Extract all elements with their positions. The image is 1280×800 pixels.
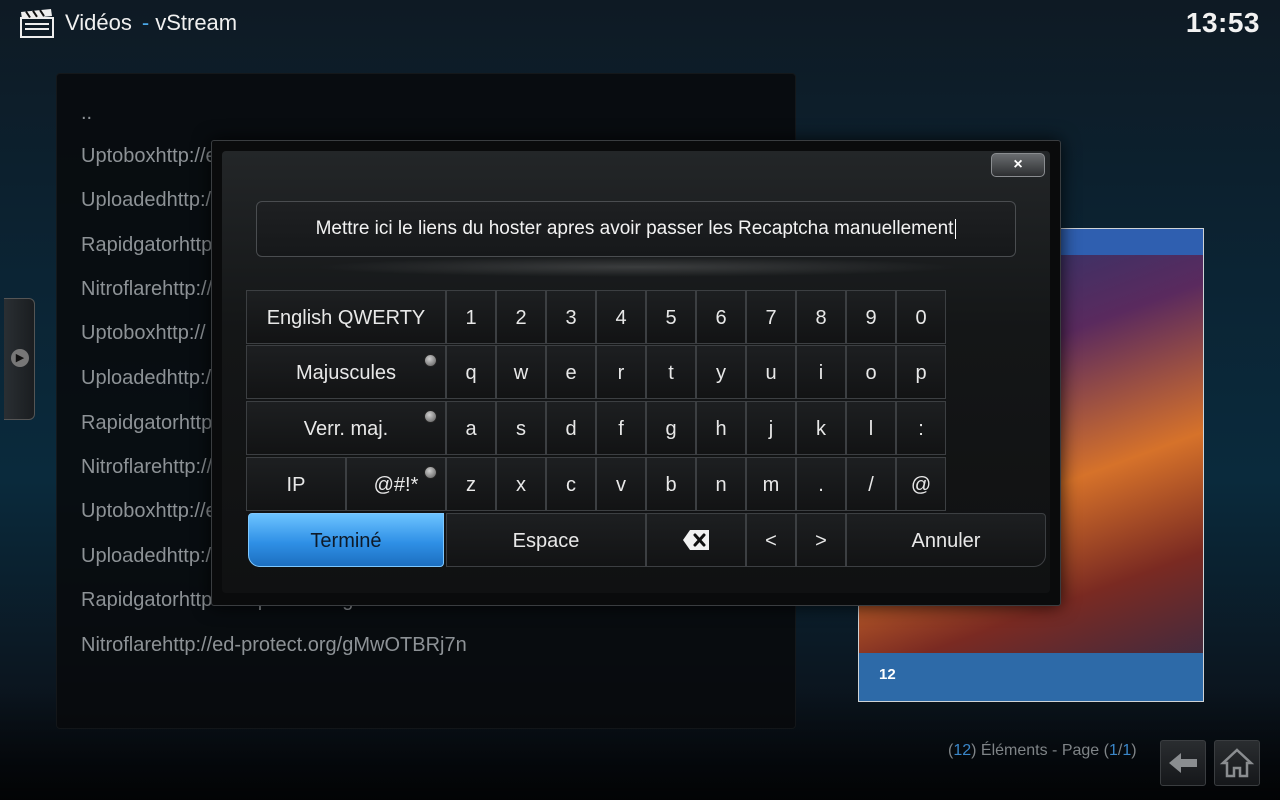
- input-value: Mettre ici le liens du hoster apres avoi…: [315, 218, 954, 239]
- key-r[interactable]: r: [596, 345, 646, 399]
- shift-indicator-icon: [424, 354, 437, 367]
- clock: 13:53: [1185, 7, 1260, 38]
- capslock-indicator-icon: [424, 410, 437, 423]
- back-arrow-icon: [1169, 753, 1197, 773]
- key-s[interactable]: s: [496, 401, 546, 455]
- key-x[interactable]: x: [496, 457, 546, 511]
- text-cursor: [955, 218, 957, 239]
- text-input[interactable]: Mettre ici le liens du hoster apres avoi…: [256, 201, 1016, 257]
- key-period[interactable]: .: [796, 457, 846, 511]
- list-item[interactable]: Nitroflarehttp://: [81, 278, 212, 301]
- cancel-button[interactable]: Annuler: [846, 513, 1046, 567]
- keyboard-dialog: × Mettre ici le liens du hoster apres av…: [211, 140, 1061, 606]
- key-f[interactable]: f: [596, 401, 646, 455]
- key-0[interactable]: 0: [896, 290, 946, 344]
- key-9[interactable]: 9: [846, 290, 896, 344]
- key-z[interactable]: z: [446, 457, 496, 511]
- poster-case-bottom: [859, 653, 1203, 701]
- key-q[interactable]: q: [446, 345, 496, 399]
- age-rating: 12: [879, 666, 896, 683]
- symbols-key[interactable]: @#!*: [346, 457, 446, 511]
- clapperboard-icon: [20, 9, 54, 38]
- list-item[interactable]: Uptoboxhttp://: [81, 322, 206, 345]
- cursor-right-key[interactable]: >: [796, 513, 846, 567]
- key-h[interactable]: h: [696, 401, 746, 455]
- capslock-label: Verr. maj.: [303, 418, 389, 440]
- item-count: 12: [953, 742, 972, 759]
- key-8[interactable]: 8: [796, 290, 846, 344]
- backspace-icon: [683, 529, 709, 550]
- keyboard-dialog-body: × Mettre ici le liens du hoster apres av…: [222, 151, 1050, 593]
- side-menu-tab[interactable]: ▶: [4, 298, 35, 420]
- home-icon: [1219, 748, 1255, 778]
- layout-key[interactable]: English QWERTY: [246, 290, 446, 344]
- list-item[interactable]: Uptoboxhttp://e: [81, 145, 217, 168]
- key-d[interactable]: d: [546, 401, 596, 455]
- key-1[interactable]: 1: [446, 290, 496, 344]
- key-p[interactable]: p: [896, 345, 946, 399]
- list-item[interactable]: Rapidgatorhttp: [81, 412, 212, 435]
- symbols-indicator-icon: [424, 466, 437, 479]
- list-item[interactable]: Uptoboxhttp://e: [81, 500, 217, 523]
- elements-label: Éléments - Page: [980, 742, 1100, 759]
- key-6[interactable]: 6: [696, 290, 746, 344]
- capslock-key[interactable]: Verr. maj.: [246, 401, 446, 455]
- backspace-key[interactable]: [646, 513, 746, 567]
- key-o[interactable]: o: [846, 345, 896, 399]
- key-5[interactable]: 5: [646, 290, 696, 344]
- list-item-parent[interactable]: ..: [81, 102, 92, 125]
- list-item[interactable]: Nitroflarehttp://: [81, 456, 212, 479]
- total-pages: 1: [1122, 742, 1132, 759]
- key-7[interactable]: 7: [746, 290, 796, 344]
- chevron-right-icon: ▶: [11, 349, 29, 367]
- key-c[interactable]: c: [546, 457, 596, 511]
- page-info: (12) Éléments - Page (1/1): [948, 742, 1137, 759]
- title-separator: -: [141, 10, 150, 35]
- key-n[interactable]: n: [696, 457, 746, 511]
- key-colon[interactable]: :: [896, 401, 946, 455]
- key-4[interactable]: 4: [596, 290, 646, 344]
- symbols-label: @#!*: [373, 474, 419, 496]
- key-e[interactable]: e: [546, 345, 596, 399]
- key-slash[interactable]: /: [846, 457, 896, 511]
- shift-label: Majuscules: [295, 362, 397, 384]
- key-l[interactable]: l: [846, 401, 896, 455]
- space-key[interactable]: Espace: [446, 513, 646, 567]
- key-t[interactable]: t: [646, 345, 696, 399]
- ip-key[interactable]: IP: [246, 457, 346, 511]
- list-item[interactable]: Uploadedhttp://: [81, 367, 217, 390]
- section-title: Vidéos: [65, 10, 132, 35]
- key-k[interactable]: k: [796, 401, 846, 455]
- list-item[interactable]: Uploadedhttp://: [81, 189, 217, 212]
- key-2[interactable]: 2: [496, 290, 546, 344]
- key-y[interactable]: y: [696, 345, 746, 399]
- addon-title: vStream: [155, 10, 238, 35]
- key-v[interactable]: v: [596, 457, 646, 511]
- key-at[interactable]: @: [896, 457, 946, 511]
- list-item[interactable]: Uploadedhttp://: [81, 545, 217, 568]
- key-a[interactable]: a: [446, 401, 496, 455]
- list-item[interactable]: Rapidgatorhttp: [81, 234, 212, 257]
- key-3[interactable]: 3: [546, 290, 596, 344]
- key-i[interactable]: i: [796, 345, 846, 399]
- input-glow: [312, 257, 962, 277]
- close-button[interactable]: ×: [991, 153, 1045, 177]
- back-button[interactable]: [1160, 740, 1206, 786]
- cursor-left-key[interactable]: <: [746, 513, 796, 567]
- shift-key[interactable]: Majuscules: [246, 345, 446, 399]
- key-u[interactable]: u: [746, 345, 796, 399]
- key-g[interactable]: g: [646, 401, 696, 455]
- page-title: Vidéos - vStream: [65, 10, 237, 36]
- key-w[interactable]: w: [496, 345, 546, 399]
- key-j[interactable]: j: [746, 401, 796, 455]
- key-b[interactable]: b: [646, 457, 696, 511]
- list-item[interactable]: Nitroflarehttp://ed-protect.org/gMwOTBRj…: [81, 634, 467, 657]
- key-m[interactable]: m: [746, 457, 796, 511]
- home-button[interactable]: [1214, 740, 1260, 786]
- done-button[interactable]: Terminé: [248, 513, 444, 567]
- current-page: 1: [1108, 742, 1118, 759]
